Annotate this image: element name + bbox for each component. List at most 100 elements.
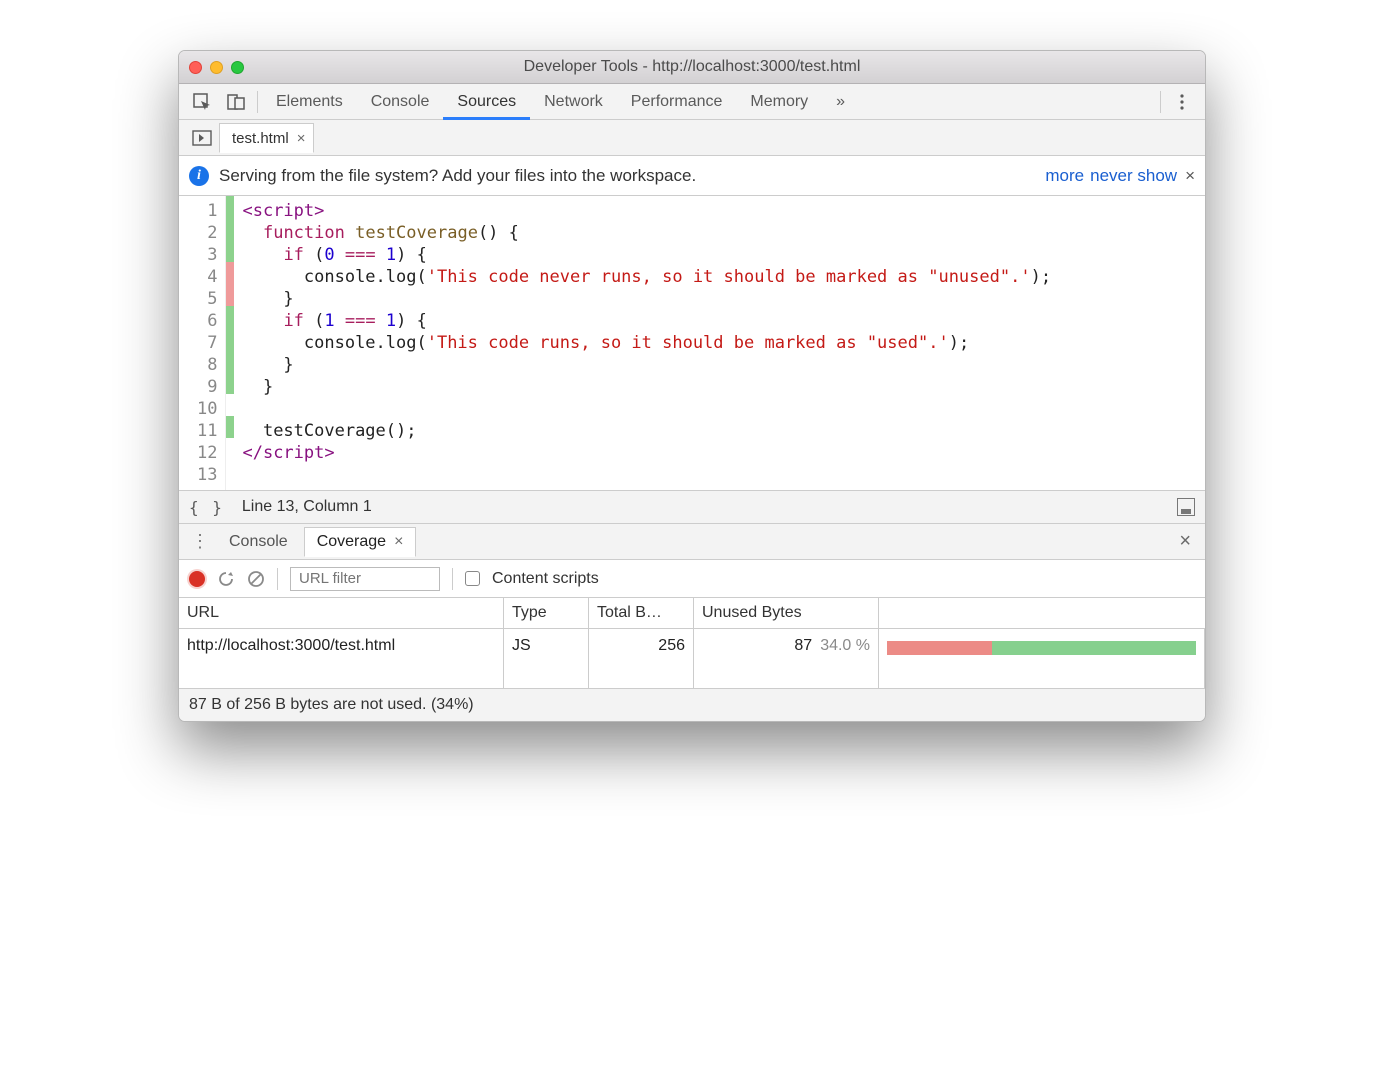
infobar-close-icon[interactable]: × <box>1185 166 1195 186</box>
main-tab-performance[interactable]: Performance <box>617 84 737 120</box>
line-number[interactable]: 1 <box>179 200 225 222</box>
code-line[interactable] <box>234 398 1205 420</box>
drawer-tab-label: Coverage <box>317 533 386 551</box>
coverage-marker <box>226 460 234 482</box>
code-line[interactable]: if (1 === 1) { <box>234 310 1205 332</box>
url-filter-input[interactable] <box>290 567 440 591</box>
line-number[interactable]: 11 <box>179 420 225 442</box>
main-tab-console[interactable]: Console <box>357 84 444 120</box>
pretty-print-icon[interactable]: { } <box>189 498 224 517</box>
code-line[interactable]: if (0 === 1) { <box>234 244 1205 266</box>
drawer-menu-icon[interactable]: ⋮ <box>187 531 213 552</box>
code-line[interactable]: <script> <box>234 200 1205 222</box>
infobar-text: Serving from the file system? Add your f… <box>219 166 696 186</box>
zoom-window-button[interactable] <box>231 61 244 74</box>
line-number[interactable]: 12 <box>179 442 225 464</box>
coverage-marker <box>226 350 234 372</box>
main-tab-sources[interactable]: Sources <box>443 84 530 120</box>
code-line[interactable]: } <box>234 288 1205 310</box>
close-window-button[interactable] <box>189 61 202 74</box>
coverage-row[interactable]: http://localhost:3000/test.htmlJS2568734… <box>179 629 1205 689</box>
code-line[interactable]: function testCoverage() { <box>234 222 1205 244</box>
file-tab-test-html[interactable]: test.html × <box>219 123 314 153</box>
navigator-toggle-icon[interactable] <box>185 120 219 156</box>
coverage-gutter <box>226 196 234 490</box>
line-number[interactable]: 7 <box>179 332 225 354</box>
col-header-url[interactable]: URL <box>179 598 504 628</box>
line-number[interactable]: 13 <box>179 464 225 486</box>
line-number[interactable]: 2 <box>179 222 225 244</box>
tabs-overflow-button[interactable]: » <box>822 84 859 120</box>
content-scripts-label: Content scripts <box>492 570 599 588</box>
info-icon: i <box>189 166 209 186</box>
line-number[interactable]: 8 <box>179 354 225 376</box>
workspace-infobar: i Serving from the file system? Add your… <box>179 156 1205 196</box>
cursor-position: Line 13, Column 1 <box>242 498 372 516</box>
coverage-summary: 87 B of 256 B bytes are not used. (34%) <box>189 696 474 714</box>
traffic-lights <box>189 61 244 74</box>
coverage-marker <box>226 218 234 240</box>
main-tabbar: ElementsConsoleSourcesNetworkPerformance… <box>179 84 1205 120</box>
window-title: Developer Tools - http://localhost:3000/… <box>189 58 1195 76</box>
code-line[interactable]: </script> <box>234 442 1205 464</box>
usage-bar <box>887 641 1196 655</box>
line-number[interactable]: 10 <box>179 398 225 420</box>
separator <box>257 91 258 113</box>
code-editor[interactable]: 12345678910111213 <script> function test… <box>179 196 1205 490</box>
reload-icon[interactable] <box>217 570 235 588</box>
separator <box>452 568 453 590</box>
code-line[interactable]: console.log('This code runs, so it shoul… <box>234 332 1205 354</box>
separator <box>277 568 278 590</box>
coverage-table-header: URL Type Total B… Unused Bytes <box>179 598 1205 629</box>
kebab-menu-icon[interactable] <box>1165 84 1199 120</box>
coverage-marker <box>226 240 234 262</box>
main-tab-elements[interactable]: Elements <box>262 84 357 120</box>
drawer-close-icon[interactable]: × <box>1173 530 1197 553</box>
coverage-toolbar: Content scripts <box>179 560 1205 598</box>
file-tab-label: test.html <box>232 130 289 147</box>
coverage-marker <box>226 394 234 416</box>
code-line[interactable]: testCoverage(); <box>234 420 1205 442</box>
coverage-statusbar: 87 B of 256 B bytes are not used. (34%) <box>179 689 1205 721</box>
separator <box>1160 91 1161 113</box>
code-line[interactable]: console.log('This code never runs, so it… <box>234 266 1205 288</box>
coverage-marker <box>226 372 234 394</box>
cell-type: JS <box>504 629 589 688</box>
line-number[interactable]: 3 <box>179 244 225 266</box>
drawer-tabbar: ⋮ Console Coverage × × <box>179 524 1205 560</box>
device-toolbar-icon[interactable] <box>219 84 253 120</box>
used-segment <box>992 641 1196 655</box>
line-number[interactable]: 4 <box>179 266 225 288</box>
close-tab-icon[interactable]: × <box>297 130 306 147</box>
drawer-tab-console[interactable]: Console <box>217 527 300 557</box>
devtools-window: Developer Tools - http://localhost:3000/… <box>178 50 1206 722</box>
infobar-nevershow-link[interactable]: never show <box>1090 166 1177 186</box>
scroll-to-bottom-icon[interactable] <box>1177 498 1195 516</box>
line-number[interactable]: 9 <box>179 376 225 398</box>
code-content[interactable]: <script> function testCoverage() { if (0… <box>234 196 1205 490</box>
drawer-tab-coverage[interactable]: Coverage × <box>304 527 417 557</box>
cell-total: 256 <box>589 629 694 688</box>
col-header-unused[interactable]: Unused Bytes <box>694 598 879 628</box>
record-button[interactable] <box>189 571 205 587</box>
minimize-window-button[interactable] <box>210 61 223 74</box>
coverage-marker <box>226 416 234 438</box>
content-scripts-checkbox[interactable] <box>465 571 480 586</box>
infobar-more-link[interactable]: more <box>1045 166 1084 186</box>
line-number[interactable]: 5 <box>179 288 225 310</box>
editor-statusbar: { } Line 13, Column 1 <box>179 490 1205 524</box>
main-tab-memory[interactable]: Memory <box>736 84 822 120</box>
close-tab-icon[interactable]: × <box>394 533 403 551</box>
unused-segment <box>887 641 992 655</box>
col-header-total[interactable]: Total B… <box>589 598 694 628</box>
code-line[interactable]: } <box>234 354 1205 376</box>
col-header-type[interactable]: Type <box>504 598 589 628</box>
code-line[interactable] <box>234 464 1205 486</box>
code-line[interactable]: } <box>234 376 1205 398</box>
coverage-table-body: http://localhost:3000/test.htmlJS2568734… <box>179 629 1205 689</box>
inspect-element-icon[interactable] <box>185 84 219 120</box>
coverage-marker <box>226 438 234 460</box>
main-tab-network[interactable]: Network <box>530 84 617 120</box>
clear-icon[interactable] <box>247 570 265 588</box>
line-number[interactable]: 6 <box>179 310 225 332</box>
